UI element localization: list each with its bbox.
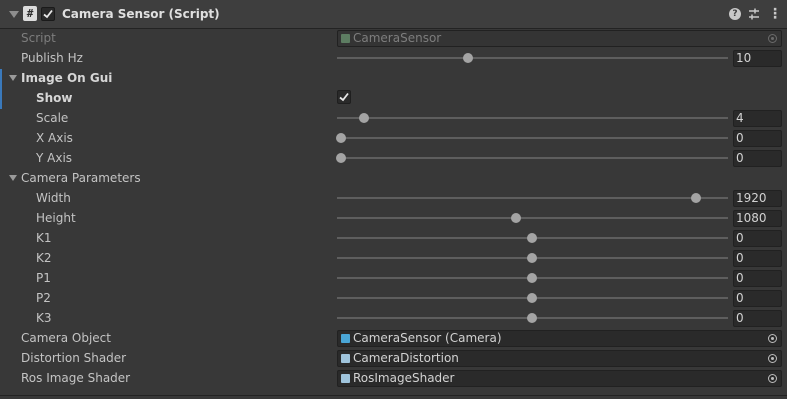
checkmark-icon <box>43 9 53 19</box>
object-picker-icon[interactable] <box>768 374 777 383</box>
script-icon: # <box>23 6 37 21</box>
publish-hz-label: Publish Hz <box>21 51 83 65</box>
object-picker-icon <box>768 34 777 43</box>
shader-icon <box>341 374 350 383</box>
image-on-gui-fold-icon[interactable] <box>9 75 17 81</box>
script-field: CameraSensor <box>337 30 782 47</box>
p2-label: P2 <box>36 291 51 305</box>
k3-slider-thumb[interactable] <box>527 313 537 323</box>
width-slider-track[interactable] <box>337 197 728 199</box>
ros-image-shader-value: RosImageShader <box>353 371 455 385</box>
inspector-component-panel: # Camera Sensor (Script) ? ⋮ Script Came… <box>0 0 787 399</box>
scale-label: Scale <box>36 111 69 125</box>
k3-label: K3 <box>36 311 52 325</box>
presets-icon[interactable] <box>747 7 761 21</box>
height-field[interactable]: 1080 <box>733 210 782 227</box>
publish-hz-slider-track[interactable] <box>337 57 728 59</box>
camera-parameters-label[interactable]: Camera Parameters <box>21 170 141 186</box>
fold-arrow-icon[interactable] <box>9 11 19 18</box>
y-axis-slider-track[interactable] <box>337 157 728 159</box>
scale-slider-thumb[interactable] <box>359 113 369 123</box>
p1-field[interactable]: 0 <box>733 270 782 287</box>
distortion-shader-value: CameraDistortion <box>353 351 459 365</box>
k1-slider-thumb[interactable] <box>527 233 537 243</box>
script-asset-icon <box>341 34 350 43</box>
y-axis-field[interactable]: 0 <box>733 150 782 167</box>
width-field[interactable]: 1920 <box>733 190 782 207</box>
height-label: Height <box>36 211 76 225</box>
publish-hz-slider-thumb[interactable] <box>463 53 473 63</box>
k3-field[interactable]: 0 <box>733 310 782 327</box>
camera-object-value: CameraSensor (Camera) <box>353 331 502 345</box>
distortion-shader-field[interactable]: CameraDistortion <box>337 350 782 367</box>
camera-icon <box>341 334 350 343</box>
panel-bottom-border <box>0 395 787 396</box>
y-axis-label: Y Axis <box>36 151 73 165</box>
help-icon[interactable]: ? <box>729 8 741 20</box>
script-field-value: CameraSensor <box>353 31 442 45</box>
camera-object-label: Camera Object <box>21 331 111 345</box>
checkmark-icon <box>339 92 349 102</box>
scale-slider-track[interactable] <box>337 117 728 119</box>
ros-image-shader-field[interactable]: RosImageShader <box>337 370 782 387</box>
width-label: Width <box>36 191 71 205</box>
width-slider-thumb[interactable] <box>691 193 701 203</box>
component-header[interactable]: # Camera Sensor (Script) ? ⋮ <box>0 0 787 29</box>
show-label: Show <box>36 91 73 105</box>
component-enabled-checkbox[interactable] <box>41 7 55 21</box>
k2-label: K2 <box>36 251 52 265</box>
k2-slider-thumb[interactable] <box>527 253 537 263</box>
p2-slider-thumb[interactable] <box>527 293 537 303</box>
camera-object-field[interactable]: CameraSensor (Camera) <box>337 330 782 347</box>
camera-parameters-fold-icon[interactable] <box>9 175 17 181</box>
k1-label: K1 <box>36 231 52 245</box>
component-title: Camera Sensor (Script) <box>62 7 220 21</box>
scale-field[interactable]: 4 <box>733 110 782 127</box>
distortion-shader-label: Distortion Shader <box>21 351 127 365</box>
height-slider-track[interactable] <box>337 217 728 219</box>
height-slider-thumb[interactable] <box>511 213 521 223</box>
k2-field[interactable]: 0 <box>733 250 782 267</box>
ros-image-shader-label: Ros Image Shader <box>21 371 131 385</box>
x-axis-label: X Axis <box>36 131 73 145</box>
y-axis-slider-thumb[interactable] <box>336 153 346 163</box>
object-picker-icon[interactable] <box>768 354 777 363</box>
show-checkbox[interactable] <box>337 90 351 104</box>
x-axis-slider-track[interactable] <box>337 137 728 139</box>
p1-slider-thumb[interactable] <box>527 273 537 283</box>
script-label: Script <box>21 31 56 45</box>
x-axis-field[interactable]: 0 <box>733 130 782 147</box>
more-icon[interactable]: ⋮ <box>768 6 782 22</box>
shader-icon <box>341 354 350 363</box>
selection-indicator <box>0 69 2 109</box>
publish-hz-field[interactable]: 10 <box>733 50 782 67</box>
image-on-gui-label[interactable]: Image On Gui <box>21 70 112 86</box>
k1-field[interactable]: 0 <box>733 230 782 247</box>
object-picker-icon[interactable] <box>768 334 777 343</box>
p2-field[interactable]: 0 <box>733 290 782 307</box>
x-axis-slider-thumb[interactable] <box>336 133 346 143</box>
p1-label: P1 <box>36 271 51 285</box>
